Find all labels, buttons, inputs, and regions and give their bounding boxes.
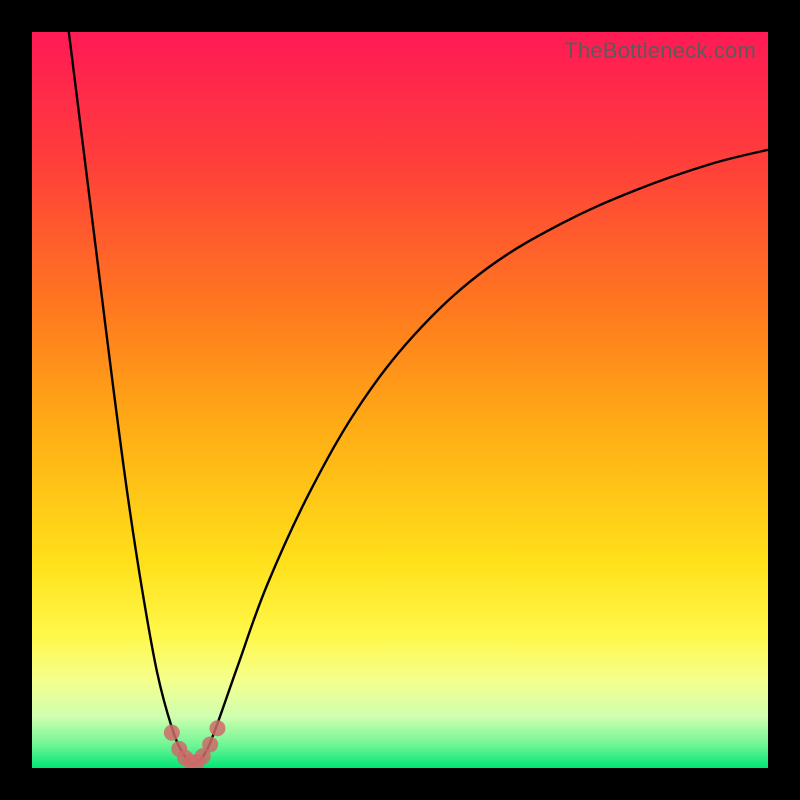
bottleneck-curve [69, 32, 768, 764]
marker-dot [202, 736, 218, 752]
plot-area: TheBottleneck.com [32, 32, 768, 768]
chart-stage: TheBottleneck.com [0, 0, 800, 800]
curve-layer [32, 32, 768, 768]
marker-dot [164, 725, 180, 741]
optimal-zone-markers [164, 720, 226, 768]
marker-dot [209, 720, 225, 736]
